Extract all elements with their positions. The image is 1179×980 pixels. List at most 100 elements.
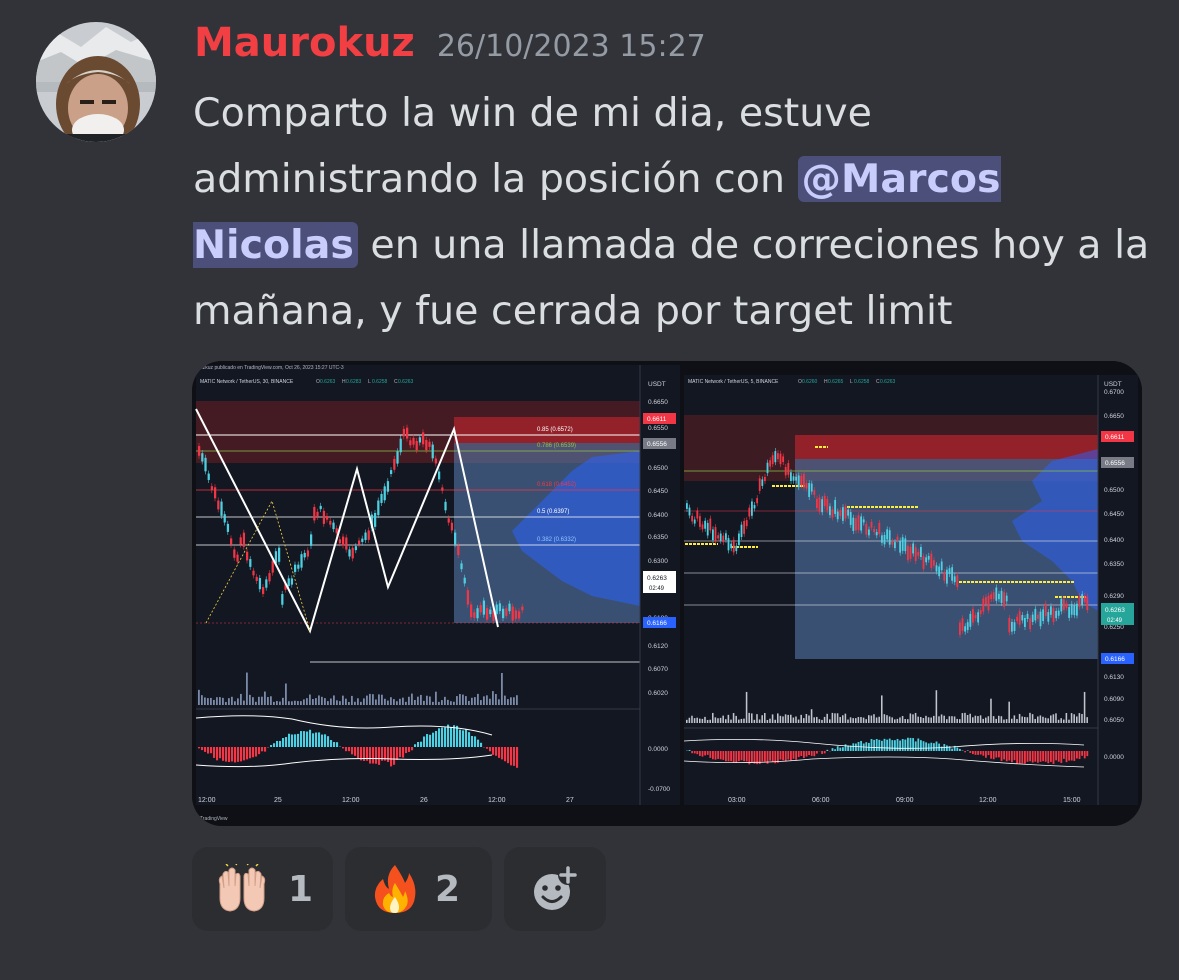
volume-bar (777, 713, 779, 723)
candle (434, 458, 438, 464)
candle (904, 538, 907, 552)
oscillator-bar (306, 731, 309, 747)
oscillator-bar (691, 751, 694, 754)
oscillator-bar (1011, 751, 1013, 763)
candle (444, 501, 447, 511)
candle (784, 467, 787, 476)
oscillator-bar (441, 727, 444, 747)
oscillator-bar (225, 747, 228, 762)
username[interactable]: Maurokuz (194, 20, 415, 66)
price-tick: 0.6350 (648, 534, 668, 541)
candle (888, 530, 891, 545)
oscillator-bar (779, 751, 782, 760)
volume-bar (920, 716, 922, 723)
volume-bar (1039, 715, 1042, 723)
image-attachment[interactable]: uzkuz publicado en TradingView.com, Oct … (192, 361, 1142, 826)
volume-bar (1060, 718, 1062, 723)
oscillator-bar (699, 751, 701, 756)
oscillator-bar (432, 732, 435, 747)
volume-bar (285, 683, 287, 705)
oscillator-bar (399, 747, 402, 758)
volume-bar (959, 719, 961, 723)
volume-bar (435, 691, 437, 705)
oscillator-bar (899, 740, 902, 751)
candle (249, 559, 252, 567)
oscillator-bar (1057, 751, 1060, 762)
oscillator-bar (873, 739, 876, 751)
volume-bar (974, 715, 977, 723)
oscillator-bar (234, 747, 237, 763)
volume-bar (357, 698, 359, 705)
volume-bar (691, 715, 693, 723)
candle (514, 610, 518, 619)
price-badge: 0.6611 (1105, 434, 1125, 441)
candle (345, 537, 348, 550)
reaction-raising-hands[interactable]: 1 (192, 847, 333, 931)
candle (431, 444, 434, 459)
volume-bar (699, 718, 701, 723)
volume-bar (901, 715, 904, 723)
volume-bar (1005, 719, 1008, 723)
oscillator-bar (402, 747, 405, 758)
candle (922, 556, 925, 569)
oscillator-bar (951, 748, 954, 751)
oscillator-bar (810, 751, 813, 756)
candle (706, 522, 709, 536)
candle (454, 532, 457, 545)
volume-bar (1029, 712, 1031, 723)
candle (457, 545, 460, 556)
volume-bar (756, 714, 758, 723)
oscillator-bar (327, 736, 330, 747)
volume-bar (868, 715, 870, 723)
osc-tick: -0.0700 (648, 786, 670, 793)
oscillator-bar (751, 751, 753, 763)
oscillator-bar (974, 751, 977, 755)
volume-bar (829, 719, 831, 723)
candle (766, 462, 769, 474)
oscillator-bar (201, 747, 204, 751)
candle (808, 483, 811, 497)
time-tick: 12:00 (979, 797, 997, 804)
add-reaction-button[interactable] (504, 847, 606, 931)
avatar[interactable] (36, 22, 156, 142)
candle (242, 532, 246, 547)
volume-bar (751, 713, 753, 723)
volume-bar (1000, 716, 1003, 723)
volume-bar (946, 719, 948, 723)
candle (319, 505, 322, 510)
candle (940, 561, 943, 571)
volume-bar (852, 718, 854, 723)
volume-bar (234, 701, 236, 705)
volume-bar (417, 696, 419, 705)
volume-bar (1050, 715, 1052, 723)
volume-bar (730, 719, 732, 723)
oscillator-bar (321, 734, 324, 747)
candle (990, 594, 993, 600)
volume-bar (489, 698, 491, 705)
volume-bar (875, 717, 878, 723)
oscillator-bar (468, 732, 471, 747)
candle (797, 475, 800, 488)
oscillator-bar (1021, 751, 1024, 764)
volume-bar (894, 719, 896, 723)
oscillator-bar (243, 747, 246, 761)
volume-bar (279, 701, 281, 705)
oscillator-bar (735, 751, 738, 763)
oscillator-bar (372, 747, 375, 764)
volume-bar (1076, 716, 1078, 723)
candle (966, 622, 969, 631)
candle (982, 598, 985, 612)
oscillator-bar (771, 751, 774, 763)
candle (470, 604, 473, 618)
volume-bar (719, 717, 722, 723)
candle (735, 545, 738, 552)
candle (246, 551, 249, 561)
oscillator-bar (795, 751, 798, 760)
oscillator-bar (255, 747, 258, 757)
volume-bar (686, 719, 688, 723)
oscillator-bar (279, 740, 282, 747)
oscillator-bar (813, 751, 816, 757)
currency-label: USDT (648, 381, 666, 388)
reaction-fire[interactable]: 2 (345, 847, 492, 931)
volume-bar (938, 716, 940, 723)
